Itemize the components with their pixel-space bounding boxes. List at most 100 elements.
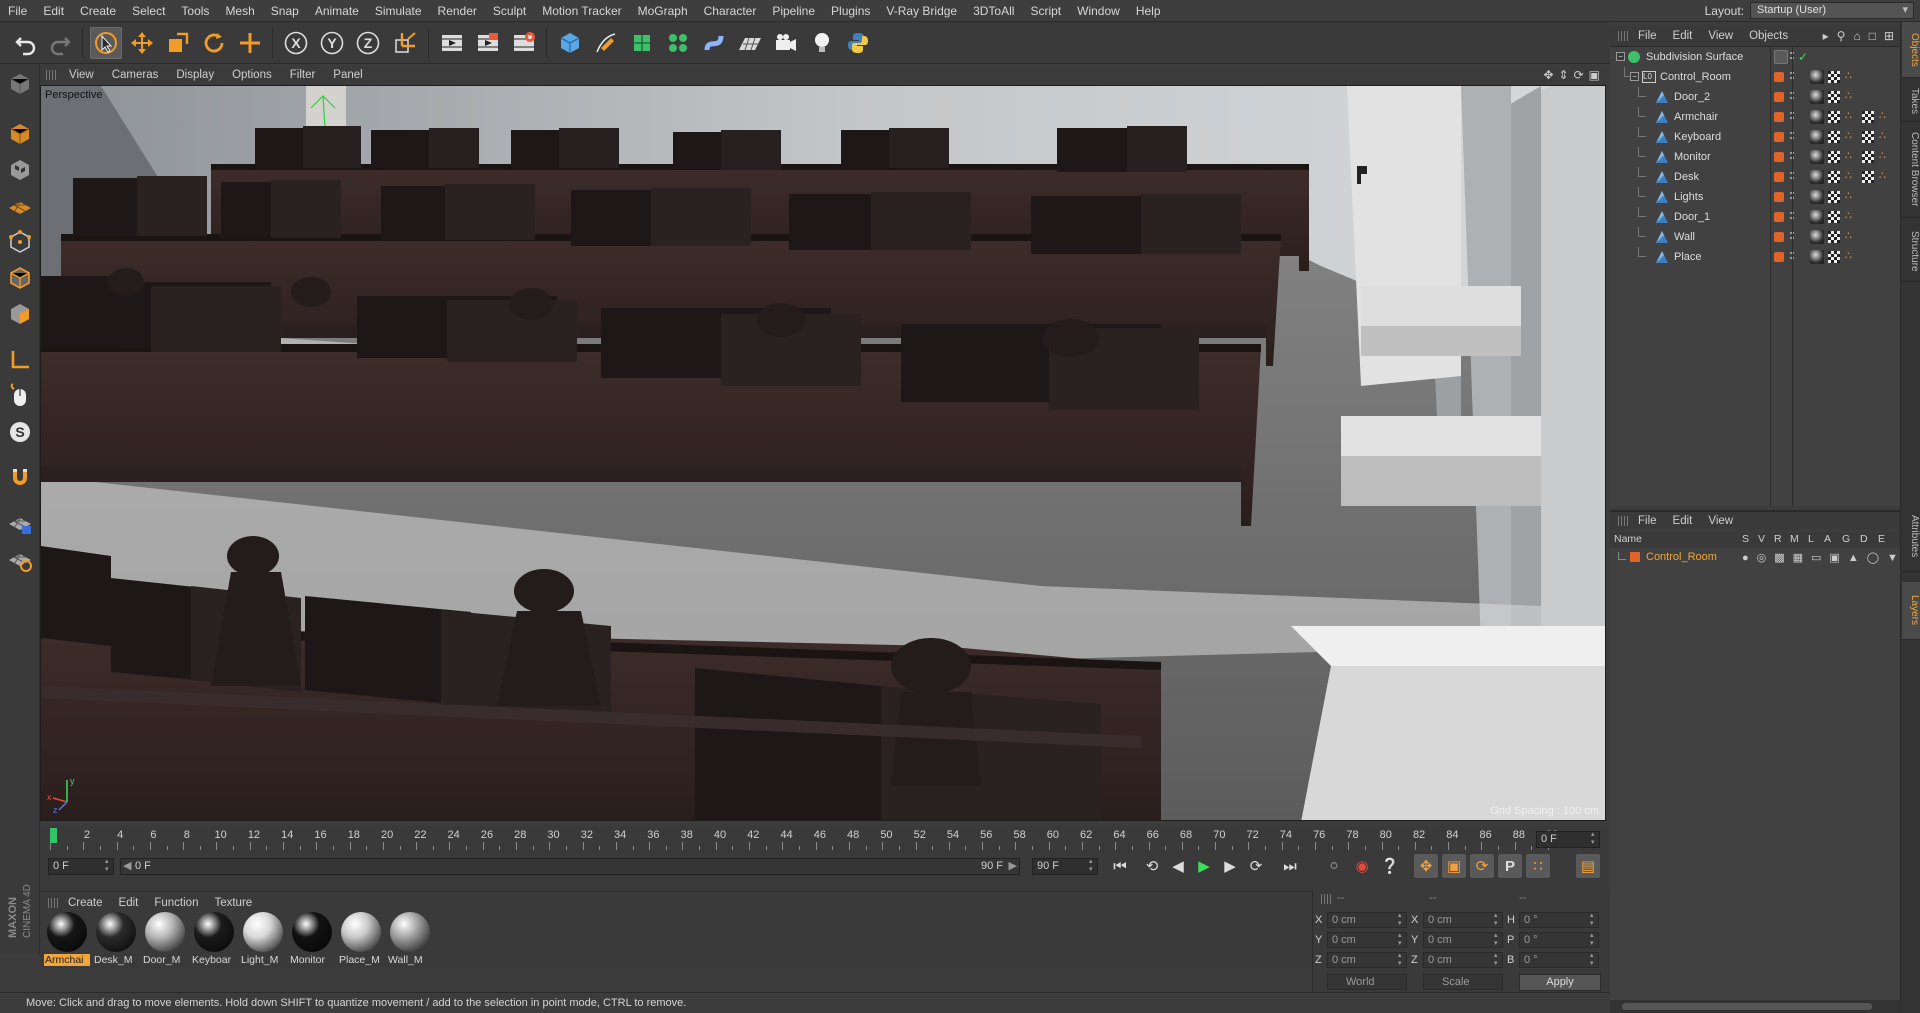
- layer-color-swatch[interactable]: [1774, 152, 1784, 162]
- material-tag-icon[interactable]: [1810, 130, 1824, 144]
- viewport-menu-cameras[interactable]: Cameras: [103, 69, 168, 81]
- workplane-mode-icon[interactable]: [4, 190, 36, 222]
- dolly-icon[interactable]: ⇕: [1559, 68, 1569, 82]
- material-menu-texture[interactable]: Texture: [206, 897, 260, 909]
- planar-workplane-icon[interactable]: [4, 544, 36, 576]
- menu-plugins[interactable]: Plugins: [823, 4, 878, 18]
- object-row[interactable]: Monitor ∴ ∴: [1610, 147, 1900, 167]
- tweak-mode-icon[interactable]: [4, 380, 36, 412]
- object-row[interactable]: − Subdivision Surface ✓: [1610, 47, 1900, 67]
- object-name[interactable]: Door_1: [1674, 207, 1710, 227]
- uvw-tag-icon[interactable]: [1828, 131, 1840, 143]
- collapse-toggle-icon[interactable]: −: [1630, 72, 1639, 81]
- side-tab-takes[interactable]: Takes: [1902, 82, 1920, 122]
- max-frame-field[interactable]: 90 F: [1032, 858, 1098, 875]
- subdivision-icon[interactable]: [626, 27, 658, 59]
- material-menu-function[interactable]: Function: [146, 897, 206, 909]
- step-forward-icon[interactable]: ▶: [1218, 854, 1242, 878]
- layer-color-swatch[interactable]: [1774, 232, 1784, 242]
- horizontal-scrollbar[interactable]: [1610, 1000, 1900, 1013]
- object-row[interactable]: Armchair ∴ ∴: [1610, 107, 1900, 127]
- menu-edit[interactable]: Edit: [35, 4, 72, 18]
- key-rotation-icon[interactable]: ⟳: [1470, 854, 1494, 878]
- enabled-check-icon[interactable]: ✓: [1798, 47, 1808, 67]
- material-menu-edit[interactable]: Edit: [111, 897, 147, 909]
- menu-window[interactable]: Window: [1069, 4, 1128, 18]
- layer-col-manager[interactable]: M: [1790, 533, 1799, 545]
- material-tag-icon[interactable]: [1810, 170, 1824, 184]
- menu-select[interactable]: Select: [124, 4, 173, 18]
- range-slider[interactable]: ◀ 0 F 90 F ▶: [120, 858, 1020, 875]
- layer-name[interactable]: Control_Room: [1646, 551, 1717, 563]
- material-swatch[interactable]: Desk_M: [93, 912, 137, 968]
- material-preview-ball[interactable]: [292, 912, 332, 952]
- uvw-tag-icon[interactable]: [1828, 111, 1840, 123]
- rotate-icon[interactable]: [198, 27, 230, 59]
- object-row[interactable]: Door_2 ∴: [1610, 87, 1900, 107]
- next-key-icon[interactable]: ⟳: [1244, 854, 1268, 878]
- material-swatch[interactable]: Keyboar: [191, 912, 235, 968]
- object-row[interactable]: Door_1 ∴: [1610, 207, 1900, 227]
- object-row[interactable]: Keyboard ∴ ∴: [1610, 127, 1900, 147]
- viewport-menu-view[interactable]: View: [60, 69, 103, 81]
- menu-motion-tracker[interactable]: Motion Tracker: [534, 4, 629, 18]
- size-x-field[interactable]: 0 cm: [1423, 912, 1503, 928]
- position-z-field[interactable]: 0 cm: [1327, 952, 1407, 968]
- add-icon[interactable]: [234, 27, 266, 59]
- playhead[interactable]: [50, 828, 57, 843]
- material-preview-ball[interactable]: [341, 912, 381, 952]
- layer-col-solo[interactable]: S: [1742, 533, 1749, 545]
- coord-system-icon[interactable]: [390, 27, 422, 59]
- points-mode-icon[interactable]: [4, 226, 36, 258]
- rotation-p-field[interactable]: 0 °: [1519, 932, 1599, 948]
- selection-tag-icon[interactable]: ∴: [1879, 130, 1891, 142]
- side-tab-objects[interactable]: Objects: [1902, 22, 1920, 78]
- layer-color-swatch[interactable]: [1774, 72, 1784, 82]
- object-name[interactable]: Place: [1674, 247, 1702, 267]
- go-to-start-icon[interactable]: ⏮: [1108, 854, 1132, 878]
- selection-tag-icon[interactable]: ∴: [1879, 170, 1891, 182]
- move-icon[interactable]: [126, 27, 158, 59]
- pen-icon[interactable]: [590, 27, 622, 59]
- column-divider[interactable]: [1770, 46, 1771, 506]
- side-tab-attributes[interactable]: Attributes: [1902, 502, 1920, 572]
- record-keys-off-icon[interactable]: ⚪: [1322, 854, 1346, 878]
- new-window-icon[interactable]: ⊞: [1884, 29, 1894, 43]
- selection-tag-icon[interactable]: ∴: [1879, 110, 1891, 122]
- material-tag-icon[interactable]: [1810, 190, 1824, 204]
- selection-tag-icon[interactable]: ∴: [1879, 150, 1891, 162]
- layer-col-animation[interactable]: A: [1824, 533, 1831, 545]
- scale-icon[interactable]: [162, 27, 194, 59]
- panel-grip-icon[interactable]: [1618, 31, 1628, 41]
- play-icon[interactable]: ▶: [1192, 854, 1216, 878]
- snap-icon[interactable]: S: [4, 416, 36, 448]
- selection-tag-icon[interactable]: ∴: [1845, 110, 1857, 122]
- key-pla-icon[interactable]: ∷: [1526, 854, 1550, 878]
- menu-3dtoall[interactable]: 3DToAll: [965, 4, 1022, 18]
- viewport-menu-options[interactable]: Options: [223, 69, 281, 81]
- keyframe-selection-icon[interactable]: ❔: [1378, 854, 1402, 878]
- panel-grip-icon[interactable]: [1321, 894, 1331, 904]
- uvw-tag-icon[interactable]: [1862, 111, 1874, 123]
- layer-col-render[interactable]: R: [1774, 533, 1782, 545]
- edges-mode-icon[interactable]: [4, 262, 36, 294]
- render-region-icon[interactable]: [472, 27, 504, 59]
- menu-snap[interactable]: Snap: [263, 4, 307, 18]
- light-icon[interactable]: [806, 27, 838, 59]
- menu-mograph[interactable]: MoGraph: [630, 4, 696, 18]
- menu-pipeline[interactable]: Pipeline: [764, 4, 823, 18]
- object-name[interactable]: Subdivision Surface: [1646, 47, 1743, 67]
- rotation-h-field[interactable]: 0 °: [1519, 912, 1599, 928]
- object-row[interactable]: Lights ∴: [1610, 187, 1900, 207]
- menu-help[interactable]: Help: [1128, 4, 1169, 18]
- menu-render[interactable]: Render: [430, 4, 485, 18]
- layer-color-swatch[interactable]: [1774, 132, 1784, 142]
- layer-col-generators[interactable]: G: [1842, 533, 1850, 545]
- menu-animate[interactable]: Animate: [307, 4, 367, 18]
- layer-menu-file[interactable]: File: [1630, 515, 1665, 527]
- selection-tag-icon[interactable]: ∴: [1845, 90, 1857, 102]
- selection-tag-icon[interactable]: ∴: [1845, 210, 1857, 222]
- scrollbar-thumb[interactable]: [1622, 1003, 1872, 1010]
- object-row[interactable]: Desk ∴ ∴: [1610, 167, 1900, 187]
- polygons-mode-icon[interactable]: [4, 298, 36, 330]
